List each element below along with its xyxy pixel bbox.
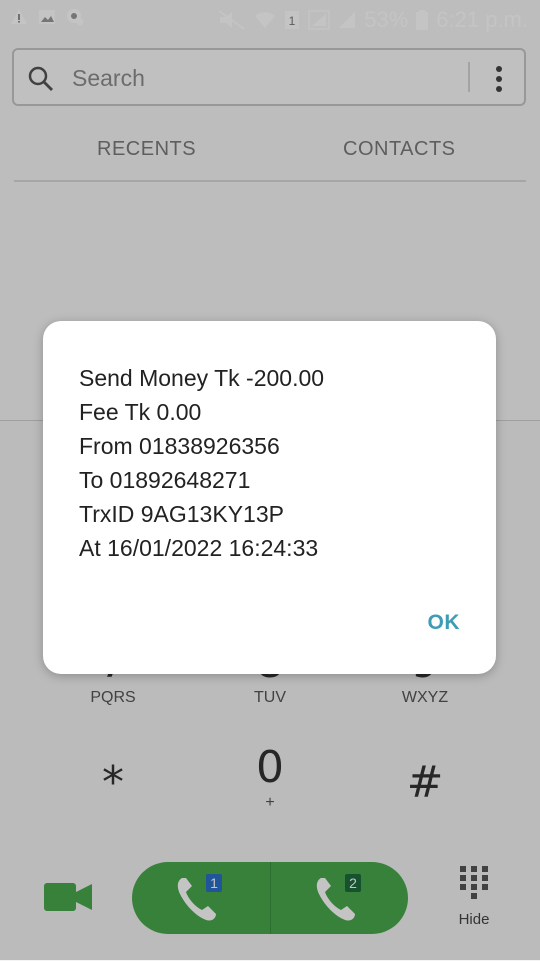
- dialog-message: Send Money Tk -200.00 Fee Tk 0.00 From 0…: [79, 361, 324, 565]
- dialog-line: From 01838926356: [79, 433, 280, 459]
- dialog-line: To 01892648271: [79, 467, 251, 493]
- dialog-line: TrxID 9AG13KY13P: [79, 501, 284, 527]
- transaction-dialog: Send Money Tk -200.00 Fee Tk 0.00 From 0…: [43, 321, 496, 674]
- dialog-line: At 16/01/2022 16:24:33: [79, 535, 319, 561]
- dialog-line: Fee Tk 0.00: [79, 399, 202, 425]
- dialog-line: Send Money Tk -200.00: [79, 365, 325, 391]
- phone-dialer-screen: 1 53% 6:21 p.m. Search RECENTS CONTACTS …: [0, 0, 540, 961]
- ok-button[interactable]: OK: [428, 611, 461, 635]
